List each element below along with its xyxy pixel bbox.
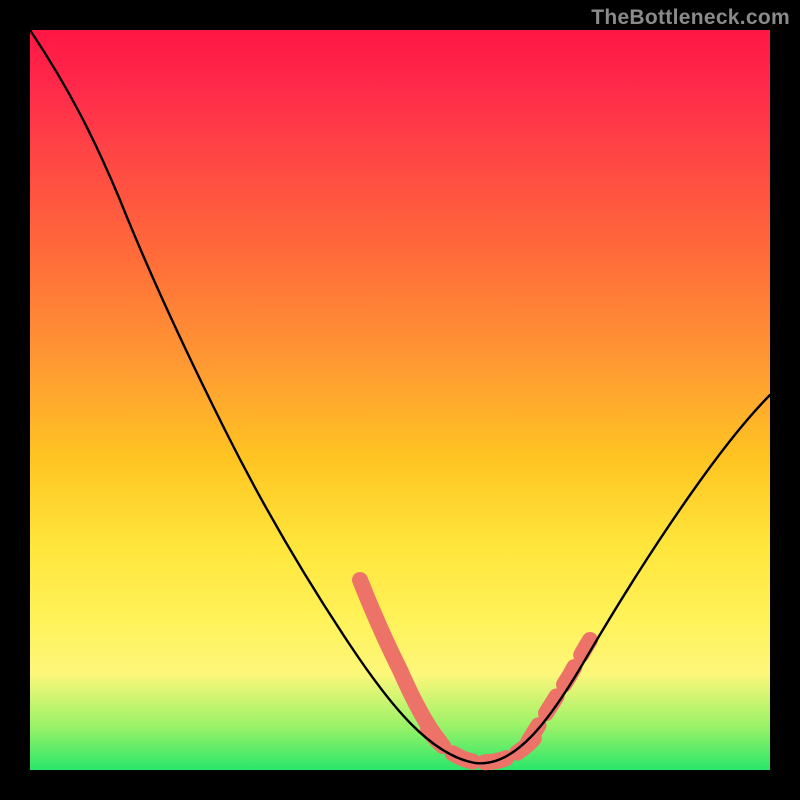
highlight-right (528, 640, 590, 742)
chart-frame: TheBottleneck.com (0, 0, 800, 800)
curve-svg (30, 30, 770, 770)
plot-area (30, 30, 770, 770)
watermark-text: TheBottleneck.com (591, 6, 790, 30)
highlight-left (360, 580, 440, 742)
